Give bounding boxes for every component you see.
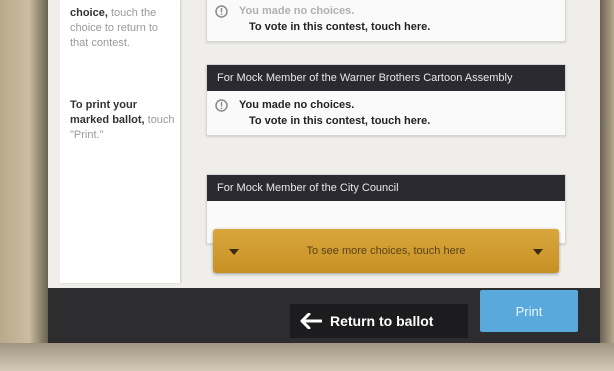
screen-bezel-right — [600, 0, 614, 371]
print-label: Print — [515, 303, 543, 319]
more-choices-label: To see more choices, touch here — [306, 245, 466, 257]
contest-card-body[interactable]: You made no choices. To vote in this con… — [207, 91, 565, 135]
triangle-down-icon — [229, 249, 239, 255]
contest-card-previous[interactable]: You made no choices. To vote in this con… — [206, 0, 566, 42]
contest-status: You made no choices. — [239, 5, 355, 17]
info-circle-icon — [215, 99, 228, 112]
info-circle-icon — [215, 5, 228, 18]
screen-bezel-bottom — [0, 343, 614, 371]
return-to-ballot-label: Return to ballot — [330, 313, 434, 329]
contest-card-cartoon-assembly[interactable]: For Mock Member of the Warner Brothers C… — [206, 64, 566, 136]
arrow-left-icon — [300, 313, 322, 329]
contest-action: To vote in this contest, touch here. — [249, 21, 431, 33]
contest-card-body[interactable]: You made no choices. To vote in this con… — [207, 0, 565, 41]
print-button[interactable]: Print — [480, 290, 578, 332]
contest-status: You made no choices. — [239, 99, 355, 111]
instruction-return-bold: choice, — [70, 7, 108, 19]
contest-header: For Mock Member of the City Council — [207, 175, 565, 201]
triangle-down-icon — [533, 249, 543, 255]
contest-action: To vote in this contest, touch here. — [249, 115, 431, 127]
instruction-return: choice, touch the choice to return to th… — [70, 6, 174, 51]
contest-header: For Mock Member of the Warner Brothers C… — [207, 65, 565, 91]
footer-bar: Return to ballot Print — [48, 288, 600, 343]
voting-screen: choice, touch the choice to return to th… — [48, 0, 600, 343]
return-to-ballot-button[interactable]: Return to ballot — [290, 304, 468, 338]
instruction-print-bold: To print your marked ballot, — [70, 99, 145, 126]
instructions-panel: choice, touch the choice to return to th… — [60, 0, 180, 283]
contest-list: You made no choices. To vote in this con… — [206, 0, 566, 244]
more-choices-button[interactable]: To see more choices, touch here — [213, 229, 559, 273]
screen-bezel-left — [0, 0, 48, 371]
instruction-print: To print your marked ballot, touch "Prin… — [70, 98, 176, 143]
